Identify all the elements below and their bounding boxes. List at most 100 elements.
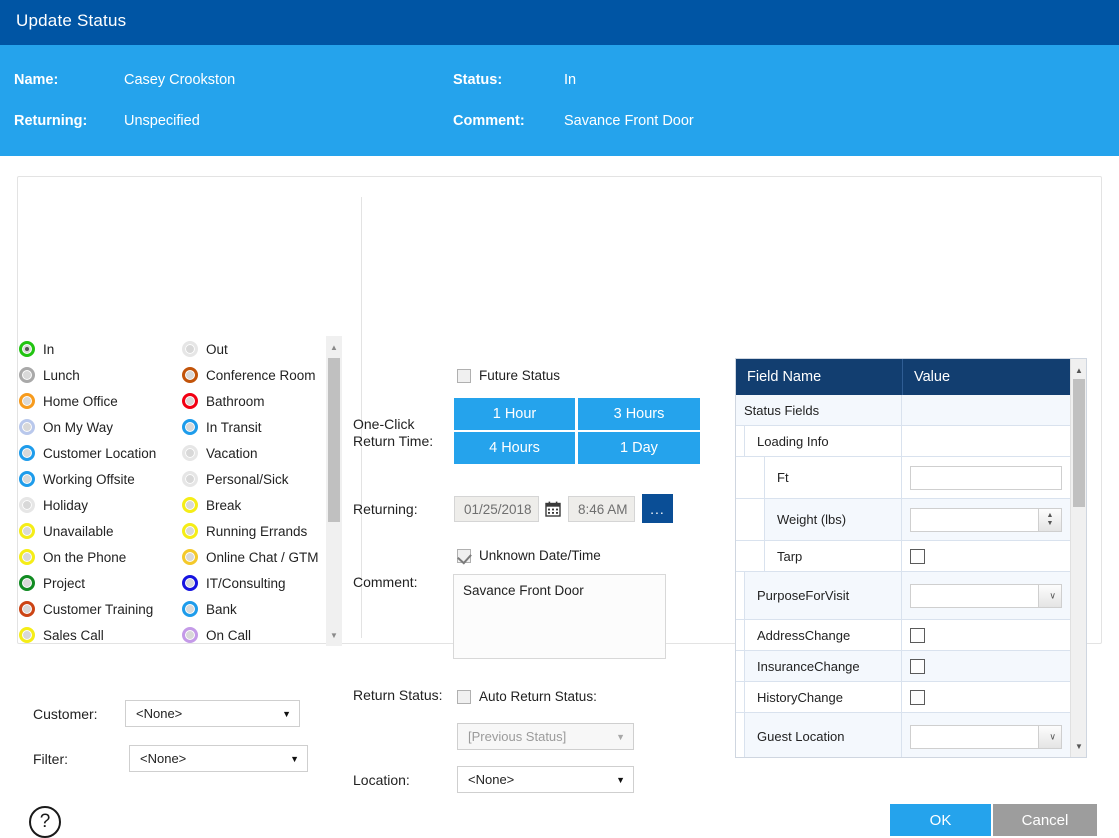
table-cell-value bbox=[902, 682, 1072, 712]
table-cell-value: ∨ bbox=[902, 572, 1072, 619]
table-scrollbar[interactable]: ▲ ▼ bbox=[1070, 359, 1086, 757]
filter-dropdown-value: <None> bbox=[140, 751, 187, 766]
status-option-home-office[interactable]: Home Office bbox=[19, 388, 179, 414]
returning-more-options-button[interactable]: ... bbox=[642, 494, 673, 523]
status-option-personal-sick[interactable]: Personal/Sick bbox=[182, 466, 324, 492]
status-option-label: Holiday bbox=[43, 497, 89, 513]
status-option-on-my-way[interactable]: On My Way bbox=[19, 414, 179, 440]
radio-icon[interactable] bbox=[182, 497, 198, 513]
calendar-icon[interactable] bbox=[542, 496, 564, 522]
status-option-conference-room[interactable]: Conference Room bbox=[182, 362, 324, 388]
radio-icon[interactable] bbox=[19, 497, 35, 513]
radio-icon[interactable] bbox=[19, 367, 35, 383]
status-option-working-offsite[interactable]: Working Offsite bbox=[19, 466, 179, 492]
scroll-up-icon[interactable]: ▲ bbox=[326, 338, 342, 356]
help-button[interactable]: ? bbox=[29, 806, 61, 838]
status-option-lunch[interactable]: Lunch bbox=[19, 362, 179, 388]
radio-icon[interactable] bbox=[182, 601, 198, 617]
field-number-spinner[interactable]: ▲ ▼ bbox=[910, 507, 1062, 532]
auto-return-status-checkbox[interactable] bbox=[457, 689, 471, 704]
status-option-on-the-phone[interactable]: On the Phone bbox=[19, 544, 179, 570]
scrollbar-thumb[interactable] bbox=[1073, 379, 1085, 507]
status-option-holiday[interactable]: Holiday bbox=[19, 492, 179, 518]
filter-dropdown[interactable]: <None> ▼ bbox=[129, 745, 308, 772]
future-status-checkbox[interactable] bbox=[457, 368, 471, 383]
radio-icon[interactable] bbox=[182, 419, 198, 435]
field-dropdown[interactable]: ∨ bbox=[910, 724, 1062, 749]
status-option-bank[interactable]: Bank bbox=[182, 596, 324, 622]
returning-field-label: Returning: bbox=[353, 501, 418, 517]
quick-return-4-hours-button[interactable]: 4 Hours bbox=[454, 432, 575, 464]
radio-icon[interactable] bbox=[19, 575, 35, 591]
scroll-down-icon[interactable]: ▼ bbox=[1071, 737, 1086, 755]
status-option-label: Online Chat / GTM bbox=[206, 549, 319, 565]
status-option-in-transit[interactable]: In Transit bbox=[182, 414, 324, 440]
status-option-out[interactable]: Out bbox=[182, 336, 324, 362]
field-dropdown[interactable]: ∨ bbox=[910, 583, 1062, 608]
status-option-online-chat-gtm[interactable]: Online Chat / GTM bbox=[182, 544, 324, 570]
location-dropdown[interactable]: <None> ▼ bbox=[457, 766, 634, 793]
ok-button[interactable]: OK bbox=[890, 804, 991, 836]
radio-icon[interactable] bbox=[19, 601, 35, 617]
cancel-button[interactable]: Cancel bbox=[993, 804, 1097, 836]
status-option-label: Personal/Sick bbox=[206, 471, 289, 487]
status-option-running-errands[interactable]: Running Errands bbox=[182, 518, 324, 544]
radio-icon[interactable] bbox=[182, 575, 198, 591]
field-text-input[interactable] bbox=[910, 465, 1062, 490]
returning-time-input[interactable]: 8:46 AM bbox=[568, 496, 635, 522]
unknown-date-time-row[interactable]: Unknown Date/Time bbox=[457, 548, 601, 563]
table-cell-field-name: Ft bbox=[764, 457, 902, 498]
radio-icon[interactable] bbox=[19, 549, 35, 565]
spinner-arrows-icon[interactable]: ▲ ▼ bbox=[1043, 510, 1057, 530]
scroll-down-icon[interactable]: ▼ bbox=[326, 626, 342, 644]
radio-icon[interactable] bbox=[19, 627, 35, 643]
customer-dropdown[interactable]: <None> ▼ bbox=[125, 700, 300, 727]
status-option-customer-training[interactable]: Customer Training bbox=[19, 596, 179, 622]
scroll-up-icon[interactable]: ▲ bbox=[1071, 361, 1086, 379]
table-cell-field-name: Status Fields bbox=[736, 395, 902, 425]
radio-icon[interactable] bbox=[182, 549, 198, 565]
scrollbar-thumb[interactable] bbox=[328, 358, 340, 522]
status-option-vacation[interactable]: Vacation bbox=[182, 440, 324, 466]
radio-icon[interactable] bbox=[182, 627, 198, 643]
status-option-customer-location[interactable]: Customer Location bbox=[19, 440, 179, 466]
status-option-unavailable[interactable]: Unavailable bbox=[19, 518, 179, 544]
status-option-label: Project bbox=[43, 575, 86, 591]
status-option-sales-call[interactable]: Sales Call bbox=[19, 622, 179, 648]
quick-return-3-hours-button[interactable]: 3 Hours bbox=[578, 398, 700, 430]
comment-textarea[interactable] bbox=[453, 574, 666, 659]
radio-icon[interactable] bbox=[182, 523, 198, 539]
radio-icon[interactable] bbox=[182, 367, 198, 383]
table-row: HistoryChange bbox=[736, 682, 1072, 713]
radio-icon[interactable] bbox=[19, 419, 35, 435]
status-option-bathroom[interactable]: Bathroom bbox=[182, 388, 324, 414]
unknown-date-time-checkbox[interactable] bbox=[457, 548, 471, 563]
radio-icon[interactable] bbox=[19, 523, 35, 539]
quick-return-1-hour-button[interactable]: 1 Hour bbox=[454, 398, 575, 430]
status-option-it-consulting[interactable]: IT/Consulting bbox=[182, 570, 324, 596]
radio-icon[interactable] bbox=[19, 341, 35, 357]
returning-date-input[interactable]: 01/25/2018 bbox=[454, 496, 539, 522]
radio-icon[interactable] bbox=[182, 341, 198, 357]
field-checkbox[interactable] bbox=[910, 548, 925, 564]
field-checkbox[interactable] bbox=[910, 627, 925, 643]
radio-icon[interactable] bbox=[19, 471, 35, 487]
radio-icon[interactable] bbox=[182, 471, 198, 487]
status-option-break[interactable]: Break bbox=[182, 492, 324, 518]
status-option-list[interactable]: In Lunch Home Office On My Way Customer Loca… bbox=[19, 336, 342, 661]
auto-return-status-row[interactable]: Auto Return Status: bbox=[457, 689, 597, 704]
field-checkbox[interactable] bbox=[910, 658, 925, 674]
radio-icon[interactable] bbox=[182, 445, 198, 461]
quick-return-1-day-button[interactable]: 1 Day bbox=[578, 432, 700, 464]
radio-icon[interactable] bbox=[182, 393, 198, 409]
status-option-on-call[interactable]: On Call bbox=[182, 622, 324, 648]
future-status-row[interactable]: Future Status bbox=[457, 368, 560, 383]
field-checkbox[interactable] bbox=[910, 689, 925, 705]
radio-icon[interactable] bbox=[19, 393, 35, 409]
status-list-scrollbar[interactable]: ▲ ▼ bbox=[326, 336, 342, 646]
radio-icon[interactable] bbox=[19, 445, 35, 461]
status-option-in[interactable]: In bbox=[19, 336, 179, 362]
status-option-project[interactable]: Project bbox=[19, 570, 179, 596]
status-option-label: Home Office bbox=[43, 393, 118, 409]
previous-status-dropdown[interactable]: [Previous Status] ▼ bbox=[457, 723, 634, 750]
